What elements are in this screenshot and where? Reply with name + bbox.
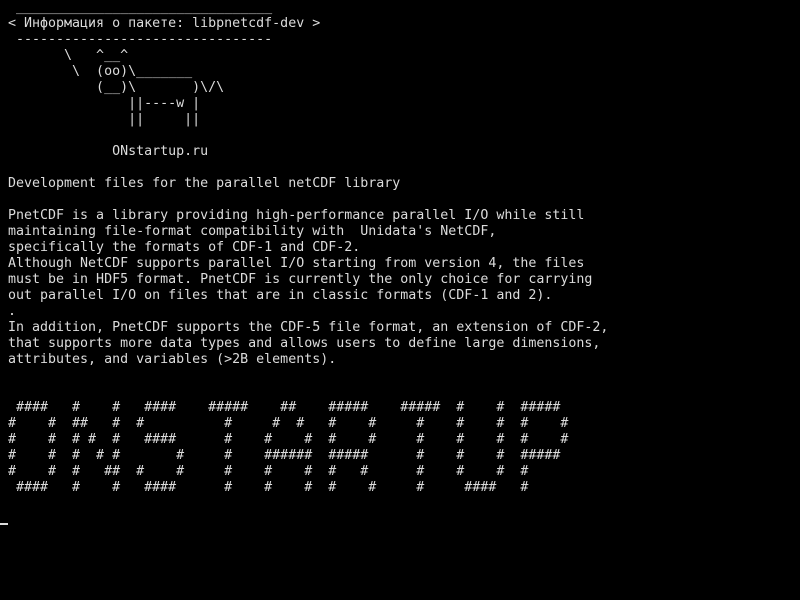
terminal-screen: ________________________________ < Инфор… — [0, 0, 800, 600]
speech-bubble: ________________________________ < Инфор… — [8, 0, 320, 48]
banner-line: # # # ## # # # # # # # # # # # — [8, 464, 529, 479]
description-line: attributes, and variables (>2B elements)… — [8, 352, 337, 367]
description-line: In addition, PnetCDF supports the CDF-5 … — [8, 320, 609, 335]
banner-line: #### # # #### ##### ## ##### ##### # # #… — [8, 400, 561, 415]
credit-line: ONstartup.ru — [8, 144, 209, 159]
bubble-top-border: ________________________________ — [8, 0, 273, 15]
banner-line: # # ## # # # # # # # # # # # # — [8, 416, 569, 431]
description-line: maintaining file-format compatibility wi… — [8, 224, 497, 239]
banner-line: # # # # # #### # # # # # # # # # # — [8, 432, 569, 447]
package-description: PnetCDF is a library providing high-perf… — [8, 208, 608, 368]
text-cursor[interactable] — [0, 523, 8, 525]
banner-line: # # # # # # # ###### ##### # # # ##### — [8, 448, 561, 463]
ascii-banner: #### # # #### ##### ## ##### ##### # # #… — [8, 400, 568, 496]
bubble-bottom-border: -------------------------------- — [8, 32, 273, 47]
cow-line: (__)\ )\/\ — [8, 80, 225, 95]
ascii-cow-art: \ ^__^ \ (oo)\_______ (__)\ )\/\ ||----w… — [8, 48, 224, 128]
description-line: out parallel I/O on files that are in cl… — [8, 288, 553, 303]
description-line: Although NetCDF supports parallel I/O st… — [8, 256, 585, 271]
banner-line: #### # # #### # # # # # # #### # — [8, 480, 529, 495]
description-line: must be in HDF5 format. PnetCDF is curre… — [8, 272, 593, 287]
description-line: PnetCDF is a library providing high-perf… — [8, 208, 585, 223]
cow-line: ||----w | — [8, 96, 201, 111]
description-line: that supports more data types and allows… — [8, 336, 601, 351]
bubble-title: < Информация о пакете: libpnetcdf-dev > — [8, 16, 321, 31]
cow-line: \ ^__^ — [8, 48, 129, 63]
description-line: . — [8, 304, 17, 319]
cow-line: \ (oo)\_______ — [8, 64, 193, 79]
description-line: specifically the formats of CDF-1 and CD… — [8, 240, 361, 255]
cow-line: || || — [8, 112, 201, 127]
package-summary: Development files for the parallel netCD… — [8, 176, 401, 191]
